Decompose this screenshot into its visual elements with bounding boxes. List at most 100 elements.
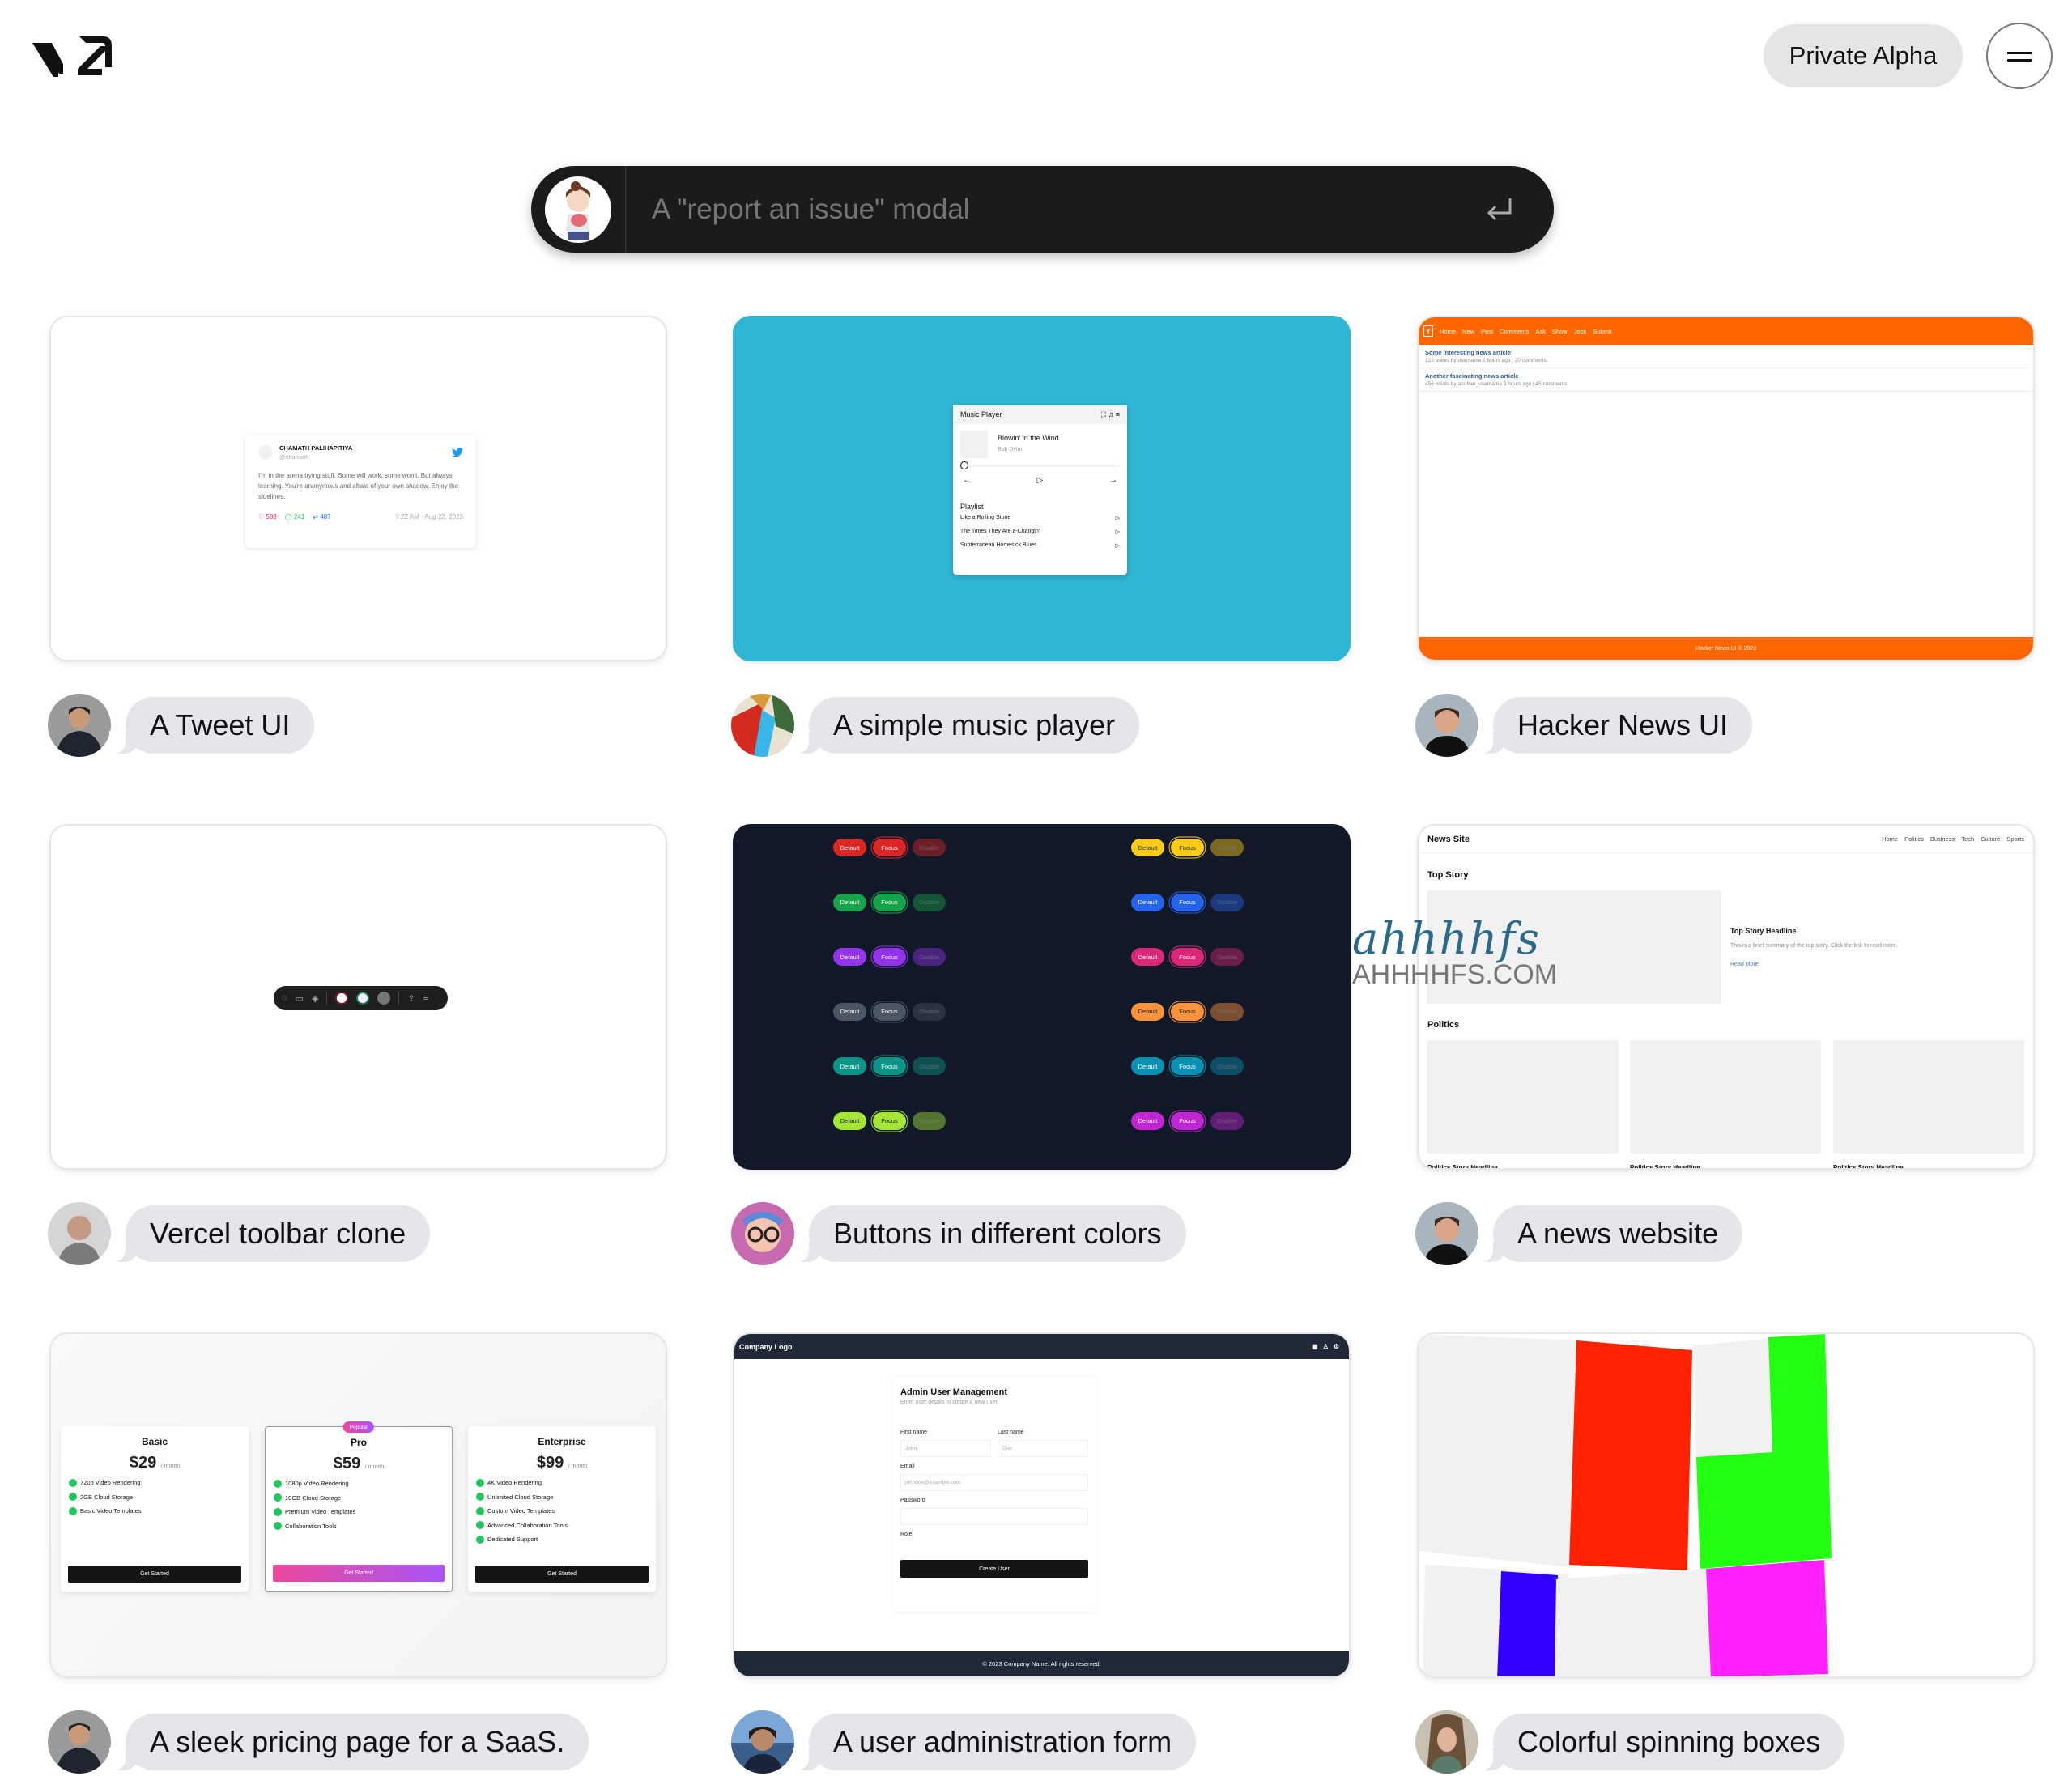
color-button-disable[interactable]: Disable	[1210, 948, 1244, 966]
read-more-link[interactable]: Read More	[1730, 962, 1759, 967]
email-input[interactable]: johndoe@example.com	[900, 1474, 1088, 1491]
play-icon[interactable]: ▷	[1116, 542, 1120, 549]
color-button-disable[interactable]: Disable	[1210, 893, 1244, 911]
create-user-button[interactable]: Create User	[900, 1560, 1088, 1578]
next-icon[interactable]: →	[1109, 476, 1117, 485]
color-button-focus[interactable]: Focus	[873, 1111, 906, 1130]
prompt-bubble[interactable]: Colorful spinning boxes	[1476, 1714, 1845, 1770]
hn-nav-show[interactable]: Show	[1552, 328, 1568, 335]
color-button-default[interactable]: Default	[1131, 1057, 1164, 1075]
prompt-bubble[interactable]: A sleek pricing page for a SaaS.	[108, 1714, 589, 1770]
color-button-focus[interactable]: Focus	[873, 948, 906, 966]
share-icon[interactable]: ⇪	[407, 993, 415, 1004]
color-button-focus[interactable]: Focus	[873, 1002, 906, 1021]
first-name-input[interactable]: John	[900, 1440, 991, 1457]
layers-icon[interactable]: ◈	[312, 993, 318, 1004]
news-nav-sports[interactable]: Sports	[2006, 835, 2024, 843]
play-icon[interactable]: ▷	[1116, 515, 1120, 521]
color-button-disable[interactable]: Disable	[913, 1057, 946, 1075]
card-hacker-news[interactable]: Y Home New Past Comments Ask Show Jobs S…	[1417, 316, 2035, 661]
color-button-disable[interactable]: Disable	[1210, 1002, 1244, 1021]
prompt-bubble[interactable]: A news website	[1476, 1205, 1743, 1262]
reply-count[interactable]: ◯ 241	[285, 513, 305, 520]
color-button-focus[interactable]: Focus	[1171, 948, 1204, 966]
author-avatar[interactable]	[1415, 1710, 1478, 1774]
card-tweet-ui[interactable]: CHAMATH PALIHAPITIYA @chamath I'm in the…	[49, 316, 667, 661]
author-avatar[interactable]	[731, 694, 794, 757]
user-icon[interactable]: ♙	[1323, 1343, 1334, 1350]
card-pricing-page[interactable]: Basic $29 / month 720p Video Rendering 2…	[49, 1332, 667, 1678]
color-button-focus[interactable]: Focus	[1171, 1111, 1204, 1130]
color-button-disable[interactable]: Disable	[913, 893, 946, 911]
prompt-bubble[interactable]: A simple music player	[792, 697, 1140, 754]
color-button-focus[interactable]: Focus	[1171, 893, 1204, 911]
color-button-focus[interactable]: Focus	[1171, 1057, 1204, 1075]
card-spinning-boxes[interactable]	[1417, 1332, 2035, 1678]
settings-icon[interactable]: ⚙	[1334, 1343, 1344, 1350]
hn-logo[interactable]: Y	[1423, 325, 1433, 337]
color-button-disable[interactable]: Disable	[913, 1111, 946, 1130]
progress-knob[interactable]	[960, 461, 968, 469]
author-avatar[interactable]	[1415, 694, 1478, 757]
card-news-website[interactable]: News Site Home Politics Business Tech Cu…	[1417, 824, 2035, 1170]
play-icon[interactable]: ▷	[1116, 529, 1120, 535]
prompt-bubble[interactable]: Hacker News UI	[1476, 697, 1753, 754]
playlist-item[interactable]: Subterranean Homesick Blues ▷	[960, 538, 1120, 552]
hn-story[interactable]: Another fascinating news article 456 poi…	[1419, 368, 2033, 392]
news-nav-politics[interactable]: Politics	[1904, 835, 1924, 843]
color-button-default[interactable]: Default	[833, 1057, 866, 1075]
hn-nav-ask[interactable]: Ask	[1535, 328, 1546, 335]
get-started-button[interactable]: Get Started	[475, 1566, 649, 1583]
like-count[interactable]: ♡ 588	[258, 513, 277, 520]
card-user-admin-form[interactable]: Company Logo ▦♙⚙ Admin User Management E…	[733, 1332, 1351, 1678]
author-avatar[interactable]	[731, 1710, 794, 1774]
retweet-count[interactable]: ⇄ 487	[313, 513, 330, 520]
color-button-default[interactable]: Default	[833, 839, 866, 856]
color-button-disable[interactable]: Disable	[1210, 839, 1244, 856]
color-button-disable[interactable]: Disable	[1210, 1057, 1244, 1075]
color-button-default[interactable]: Default	[1131, 893, 1164, 911]
playlist-item[interactable]: The Times They Are a-Changin' ▷	[960, 525, 1120, 538]
color-button-focus[interactable]: Focus	[1171, 1002, 1204, 1021]
author-avatar[interactable]	[1415, 1202, 1478, 1265]
card-vercel-toolbar[interactable]: ◌ ▭ ◈ ⇪ ≡	[49, 824, 667, 1170]
play-icon[interactable]: ▷	[1037, 476, 1044, 485]
prompt-bubble[interactable]: A Tweet UI	[108, 697, 315, 754]
playlist-item[interactable]: Like a Rolling Stone ▷	[960, 511, 1120, 525]
color-button-default[interactable]: Default	[1131, 1111, 1164, 1130]
last-name-input[interactable]: Doe	[998, 1440, 1088, 1457]
color-button-default[interactable]: Default	[833, 1002, 866, 1021]
hn-nav-new[interactable]: New	[1462, 328, 1474, 335]
color-button-default[interactable]: Default	[1131, 1002, 1164, 1021]
news-nav-business[interactable]: Business	[1930, 835, 1955, 843]
prompt-bubble[interactable]: Buttons in different colors	[793, 1205, 1186, 1262]
news-nav-tech[interactable]: Tech	[1961, 835, 1974, 843]
color-button-focus[interactable]: Focus	[873, 1057, 906, 1075]
color-button-default[interactable]: Default	[833, 1111, 866, 1130]
card-buttons-colors[interactable]: Default Focus Disable Default Focus Disable De…	[733, 824, 1351, 1170]
color-button-disable[interactable]: Disable	[1210, 1111, 1244, 1130]
progress-track[interactable]	[968, 464, 1120, 467]
politics-headline[interactable]: Politics Story Headline	[1833, 1164, 1904, 1168]
v0-logo[interactable]	[32, 35, 113, 77]
color-button-default[interactable]: Default	[833, 893, 866, 911]
enter-icon[interactable]	[1474, 185, 1523, 234]
politics-headline[interactable]: Politics Story Headline	[1427, 1164, 1498, 1168]
hn-nav-past[interactable]: Past	[1481, 328, 1493, 335]
color-button-disable[interactable]: Disable	[913, 948, 946, 966]
author-avatar[interactable]	[48, 1710, 111, 1774]
comment-icon[interactable]: ◌	[282, 993, 287, 1003]
menu-icon[interactable]: ≡	[423, 993, 428, 1003]
prompt-bubble[interactable]: Vercel toolbar clone	[108, 1205, 431, 1262]
user-avatar[interactable]	[545, 176, 611, 243]
password-input[interactable]	[900, 1508, 1088, 1525]
get-started-button[interactable]: Get Started	[273, 1565, 445, 1582]
previous-icon[interactable]: ←	[963, 476, 971, 485]
hn-story[interactable]: Some interesting news article 123 points…	[1419, 345, 2033, 368]
grid-icon[interactable]: ▦	[1312, 1343, 1323, 1350]
color-button-focus[interactable]: Focus	[873, 893, 906, 911]
private-alpha-badge[interactable]: Private Alpha	[1764, 24, 1963, 87]
color-button-disable[interactable]: Disable	[913, 1002, 946, 1021]
author-avatar[interactable]	[48, 1202, 111, 1265]
color-button-focus[interactable]: Focus	[873, 839, 906, 856]
